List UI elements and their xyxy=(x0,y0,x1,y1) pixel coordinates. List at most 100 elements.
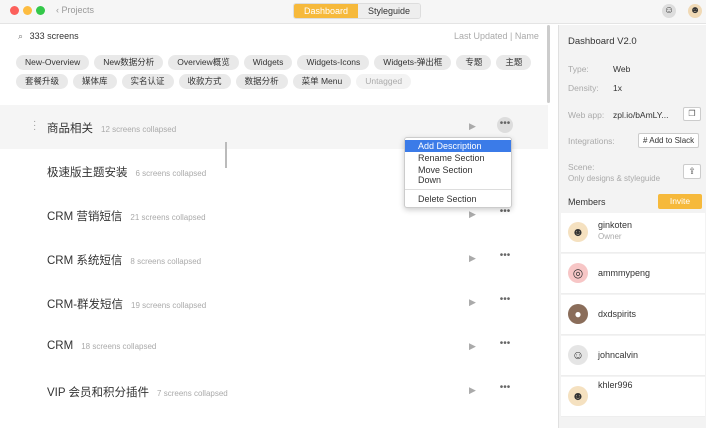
section-count: 18 screens collapsed xyxy=(81,342,157,351)
invite-button[interactable]: Invite xyxy=(658,194,702,209)
add-to-slack-button[interactable]: # Add to Slack xyxy=(638,133,700,148)
avatar: ☻ xyxy=(568,222,588,242)
drag-handle-icon[interactable]: · · · xyxy=(33,117,36,135)
scene-label: Scene: xyxy=(568,162,595,172)
webapp-row: Web app: zpl.io/bAmLY... xyxy=(568,110,668,120)
more-options-icon[interactable]: ••• xyxy=(497,337,513,353)
tag-item[interactable]: Widgets xyxy=(243,55,293,70)
webapp-link[interactable]: zpl.io/bAmLY... xyxy=(613,110,668,120)
play-icon[interactable]: ▶ xyxy=(469,253,476,264)
section-row[interactable]: CRM 系统短信 8 screens collapsed ▶ ••• xyxy=(0,237,548,281)
menu-item-delete-section[interactable]: Delete Section xyxy=(405,193,511,205)
section-name: VIP 会员和积分插件 xyxy=(47,387,150,399)
section-count: 19 screens collapsed xyxy=(131,301,207,310)
project-sidebar: Dashboard V2.0 Type: Web Density: 1x Web… xyxy=(558,25,706,428)
back-label: Projects xyxy=(61,5,95,15)
section-count: 12 screens collapsed xyxy=(101,125,177,134)
zoom-window-button[interactable] xyxy=(36,6,45,15)
more-options-icon[interactable]: ••• xyxy=(497,293,513,309)
tag-item[interactable]: 实名认证 xyxy=(121,74,174,89)
main-panel: ⌕ 333 screens Last Updated | Name New-Ov… xyxy=(0,25,550,428)
section-name: CRM 营销短信 xyxy=(47,211,123,223)
close-window-button[interactable] xyxy=(10,6,19,15)
scene-value: Only designs & styleguide xyxy=(568,174,661,183)
tab-styleguide[interactable]: Styleguide xyxy=(358,4,421,18)
type-value: Web xyxy=(613,64,631,74)
member-row[interactable]: ☺ johncalvin xyxy=(561,336,705,376)
section-row[interactable]: CRM-群发短信 19 screens collapsed ▶ ••• xyxy=(0,281,548,325)
tag-item[interactable]: Widgets-弹出框 xyxy=(374,55,452,70)
avatar: ☺ xyxy=(568,345,588,365)
section-name: CRM 系统短信 xyxy=(47,255,123,267)
member-name: johncalvin xyxy=(598,350,639,360)
project-title: Dashboard V2.0 xyxy=(568,36,637,47)
copy-icon: ❐ xyxy=(688,109,696,118)
copy-link-button[interactable]: ❐ xyxy=(683,107,701,121)
title-bar: ‹ Projects Dashboard Styleguide ☺ ☻ xyxy=(0,0,706,24)
tag-item[interactable]: 套餐升级 xyxy=(16,74,69,89)
search-value: 333 screens xyxy=(29,31,79,41)
menu-item-rename-section[interactable]: Rename Section xyxy=(405,152,511,164)
notifications-icon[interactable]: ☺ xyxy=(662,4,676,18)
section-count: 21 screens collapsed xyxy=(130,213,206,222)
tag-item[interactable]: 主题 xyxy=(496,55,532,70)
section-row[interactable]: VIP 会员和积分插件 7 screens collapsed ▶ ••• xyxy=(0,369,548,413)
search-field[interactable]: ⌕ 333 screens xyxy=(18,31,79,42)
sort-toggle[interactable]: Last Updated | Name xyxy=(454,31,539,41)
density-value: 1x xyxy=(613,83,622,93)
tag-untagged[interactable]: Untagged xyxy=(356,74,412,89)
members-heading: Members xyxy=(568,197,606,207)
webapp-label: Web app: xyxy=(568,110,605,120)
member-row[interactable]: ◎ ammmypeng xyxy=(561,254,705,294)
user-avatar-icon[interactable]: ☻ xyxy=(688,4,702,18)
slack-icon: # xyxy=(643,136,648,145)
menu-item-add-description[interactable]: Add Description xyxy=(405,140,511,152)
back-to-projects-link[interactable]: ‹ Projects xyxy=(56,5,94,15)
play-icon[interactable]: ▶ xyxy=(469,121,476,132)
member-name: ginkoten xyxy=(598,220,633,230)
tag-item[interactable]: Widgets-Icons xyxy=(297,55,370,70)
avatar: ◎ xyxy=(568,263,588,283)
play-icon[interactable]: ▶ xyxy=(469,385,476,396)
member-row[interactable]: ☻ khler996 xyxy=(561,377,705,417)
section-count: 7 screens collapsed xyxy=(157,389,228,398)
menu-item-move-section-down[interactable]: Move Section Down xyxy=(405,164,511,186)
tag-item[interactable]: Overview概览 xyxy=(168,55,239,70)
play-icon[interactable]: ▶ xyxy=(469,341,476,352)
tag-item[interactable]: 菜单 Menu xyxy=(292,74,352,89)
text-cursor xyxy=(225,142,227,168)
section-name: 商品相关 xyxy=(47,123,93,135)
member-name: dxdspirits xyxy=(598,309,637,319)
avatar: ● xyxy=(568,304,588,324)
play-icon[interactable]: ▶ xyxy=(469,297,476,308)
avatar: ☻ xyxy=(568,386,588,406)
menu-divider xyxy=(405,189,511,190)
section-name: CRM xyxy=(47,340,74,352)
search-icon: ⌕ xyxy=(18,31,24,41)
member-row[interactable]: ● dxdspirits xyxy=(561,295,705,335)
tag-item[interactable]: 媒体库 xyxy=(73,74,117,89)
more-options-icon[interactable]: ••• xyxy=(497,381,513,397)
scrollbar[interactable] xyxy=(547,25,550,103)
section-row[interactable]: CRM 18 screens collapsed ▶ ••• xyxy=(0,325,548,369)
tag-item[interactable]: 数据分析 xyxy=(235,74,288,89)
tab-dashboard[interactable]: Dashboard xyxy=(294,4,359,18)
more-options-icon[interactable]: ••• xyxy=(497,117,513,133)
share-button[interactable]: ⇪ xyxy=(683,164,701,179)
type-label: Type: xyxy=(568,64,589,74)
tag-list: New-Overview New数据分析 Overview概览 Widgets … xyxy=(16,55,536,89)
section-name: 极速版主题安装 xyxy=(47,167,128,179)
slack-label: Add to Slack xyxy=(649,136,695,145)
more-options-icon[interactable]: ••• xyxy=(497,249,513,265)
tag-item[interactable]: New数据分析 xyxy=(94,55,164,70)
play-icon[interactable]: ▶ xyxy=(469,209,476,220)
tag-item[interactable]: 收款方式 xyxy=(178,74,231,89)
chevron-left-icon: ‹ xyxy=(56,5,59,15)
density-row: Density: 1x xyxy=(568,83,622,93)
section-count: 8 screens collapsed xyxy=(130,257,202,266)
member-row[interactable]: ☻ ginkoten Owner xyxy=(561,213,705,253)
tag-item[interactable]: New-Overview xyxy=(16,55,90,70)
tag-item[interactable]: 专题 xyxy=(456,55,492,70)
density-label: Density: xyxy=(568,83,599,93)
minimize-window-button[interactable] xyxy=(23,6,32,15)
